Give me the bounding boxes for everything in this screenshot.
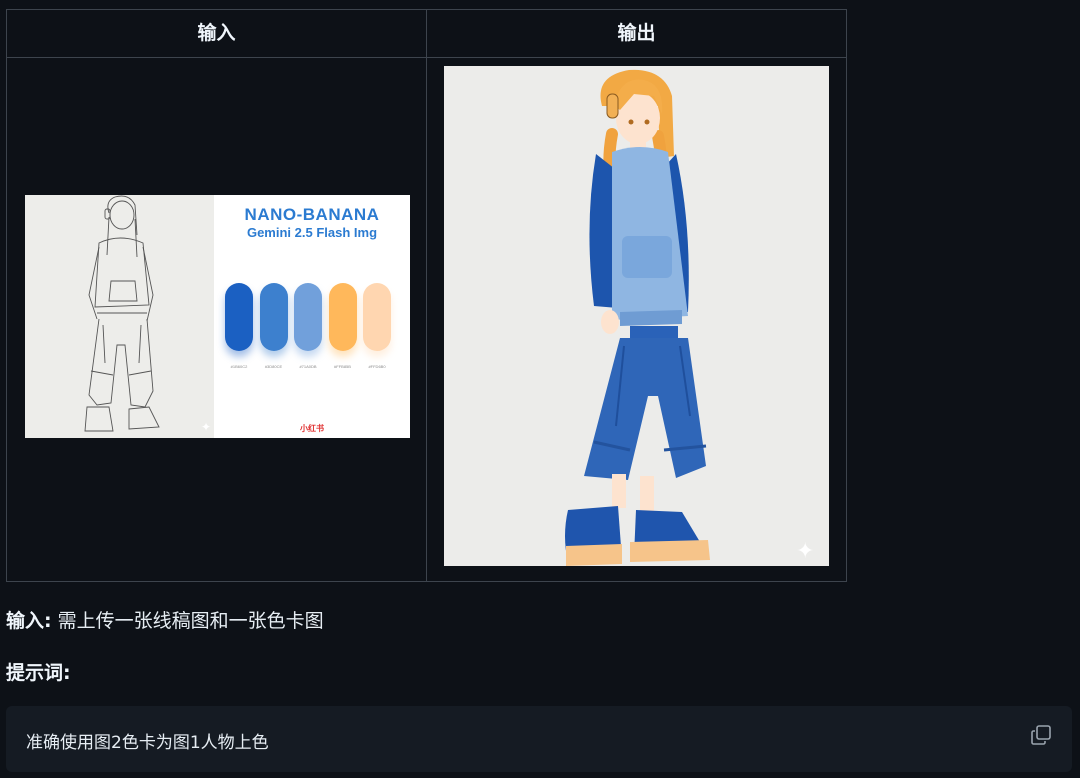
color-swatch <box>225 283 253 351</box>
column-divider <box>426 10 427 581</box>
header-output: 输出 <box>617 22 656 44</box>
comparison-table: 输入 输出 ✦ NANO-BANANA Gemini 2.5 Flash Img… <box>6 9 847 582</box>
prompt-label: 提示词: <box>6 662 71 684</box>
swatch-hex-label: #1B60C2 <box>230 364 248 369</box>
prompt-text: 准确使用图2色卡为图1人物上色 <box>26 733 269 753</box>
input-text: 需上传一张线稿图和一张色卡图 <box>51 610 324 632</box>
input-label: 输入: <box>6 610 52 632</box>
color-swatch <box>363 283 391 351</box>
line-art-sketch: ✦ <box>25 195 214 438</box>
output-image: ✦ <box>444 66 829 566</box>
svg-text:✦: ✦ <box>201 420 211 434</box>
palette-title: NANO-BANANA <box>244 205 380 224</box>
color-swatch <box>259 283 288 351</box>
copy-icon[interactable] <box>1030 724 1052 746</box>
input-description: 输入: 需上传一张线稿图和一张色卡图 <box>6 606 324 633</box>
palette-subtitle: Gemini 2.5 Flash Img <box>246 225 378 240</box>
swatch-hex-label: #71A0DB <box>299 364 317 369</box>
svg-text:✦: ✦ <box>796 539 814 564</box>
color-palette-card: NANO-BANANA Gemini 2.5 Flash Img #1B60C2… <box>214 195 410 438</box>
swatch-hex-label: #3D80CE <box>264 364 283 369</box>
input-image: ✦ NANO-BANANA Gemini 2.5 Flash Img #1B60… <box>25 195 410 438</box>
swatch-hex-label: #FFB85B <box>334 364 351 369</box>
prompt-code-block: 准确使用图2色卡为图1人物上色 <box>6 706 1072 772</box>
colored-figure: ✦ <box>565 69 814 566</box>
color-swatch <box>328 283 357 351</box>
color-swatch <box>294 283 322 351</box>
swatch-hex-label: #FFD6B0 <box>368 364 386 369</box>
watermark-logo: 小红书 <box>300 424 324 433</box>
line-art-figure: ✦ <box>84 195 211 434</box>
header-input: 输入 <box>197 22 236 44</box>
